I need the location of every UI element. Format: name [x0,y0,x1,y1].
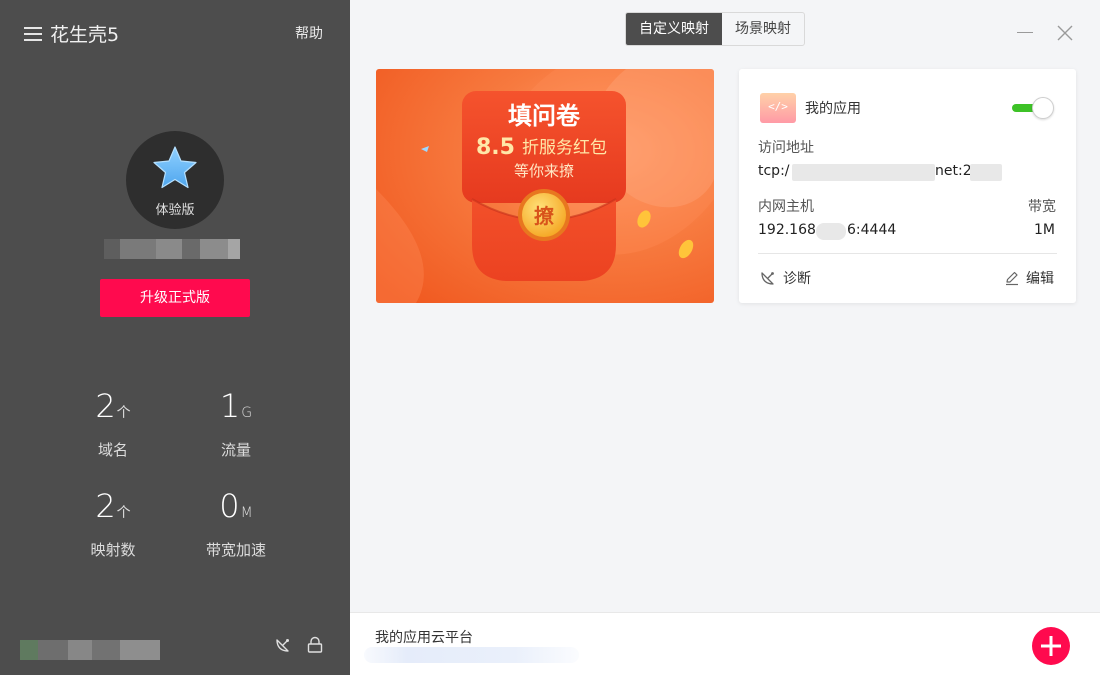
edit-label: 编辑 [1026,271,1054,287]
masked-port [970,164,1002,181]
brand-name: 花生壳5 [50,24,120,46]
upgrade-button[interactable]: 升级正式版 [100,279,250,317]
cloud-platform-title: 我的应用云平台 [375,630,473,646]
close-icon[interactable] [1056,24,1074,42]
sidebar: 花生壳5 帮助 体验版 升级正式版 2个 域名 1G 流量 2个 映射数 0M … [0,0,350,675]
stat-value: 2 [95,387,116,425]
lan-host-label: 内网主机 [758,199,814,215]
card-divider [758,253,1057,254]
code-icon: </> [760,93,796,123]
bottom-bar: 我的应用云平台 [350,612,1100,675]
masked-cloud-platform-info [364,647,579,663]
menu-icon[interactable] [24,26,42,41]
star-icon [153,146,197,189]
edition-label: 体验版 [155,203,195,218]
banner-subtitle: 等你来撩 [514,162,574,180]
banner-title: 填问卷 [508,102,581,130]
stat-mappings: 2个 映射数 [58,486,168,560]
masked-account-info [20,640,160,660]
lan-host-prefix: 192.168. [758,222,821,238]
lock-icon[interactable] [306,636,324,654]
bandwidth-label: 带宽 [1028,199,1056,215]
banner-discount: 8.5 [476,135,515,160]
promo-banner-art: 撩 填问卷 8.5 折服务红包 等你来撩 [376,69,714,303]
stat-label: 域名 [97,441,128,459]
stat-value: 2 [95,487,116,525]
masked-username [104,239,240,259]
stat-domains: 2个 域名 [58,386,168,460]
edit-button[interactable]: 编辑 [1004,268,1054,288]
pencil-icon [1006,271,1018,286]
main-panel: 自定义映射 场景映射 撩 填问卷 8.5 折服务红包 等你来撩 </> 我的应用… [350,0,1100,675]
minimize-icon[interactable] [1017,32,1033,33]
coin-text: 撩 [534,204,555,228]
help-link[interactable]: 帮助 [295,23,323,43]
app-enabled-toggle[interactable] [1012,97,1054,119]
banner-offer: 折服务红包 [522,138,607,158]
brand: 花生壳5 [24,20,119,47]
stat-bandwidth: 0M 带宽加速 [181,486,291,560]
masked-domain [792,164,935,181]
stat-value: 1 [219,387,241,425]
stat-label: 流量 [220,441,251,459]
stat-unit: 个 [116,405,131,421]
tab-custom-mapping[interactable]: 自定义映射 [626,13,722,45]
stat-value: 0 [219,487,240,525]
promo-banner[interactable]: 撩 填问卷 8.5 折服务红包 等你来撩 [376,69,714,303]
mapping-tabs: 自定义映射 场景映射 [625,12,805,46]
avatar[interactable]: 体验版 [126,131,224,229]
satellite-dish-icon [761,272,774,285]
stat-label: 映射数 [90,541,136,559]
access-address-prefix: tcp:/ [758,163,790,179]
diagnose-label: 诊断 [783,271,811,287]
stat-traffic: 1G 流量 [181,386,291,460]
access-address-port: net:2 [935,163,972,179]
app-card[interactable]: </> 我的应用 访问地址 tcp:/ net:2 内网主机 带宽 192.16… [739,69,1076,303]
stat-label: 带宽加速 [205,541,266,559]
satellite-dish-icon[interactable] [274,636,292,654]
diagnose-button[interactable]: 诊断 [759,268,811,288]
access-address-label: 访问地址 [758,140,814,156]
stat-unit: M [240,505,253,521]
app-name: 我的应用 [805,101,861,117]
bandwidth-value: 1M [1034,222,1055,238]
masked-ip [816,223,846,240]
add-mapping-button[interactable] [1032,627,1070,665]
stat-unit: G [241,405,253,421]
stat-unit: 个 [116,505,131,521]
tab-scene-mapping[interactable]: 场景映射 [722,13,804,45]
lan-host-suffix: 6:4444 [847,222,897,238]
